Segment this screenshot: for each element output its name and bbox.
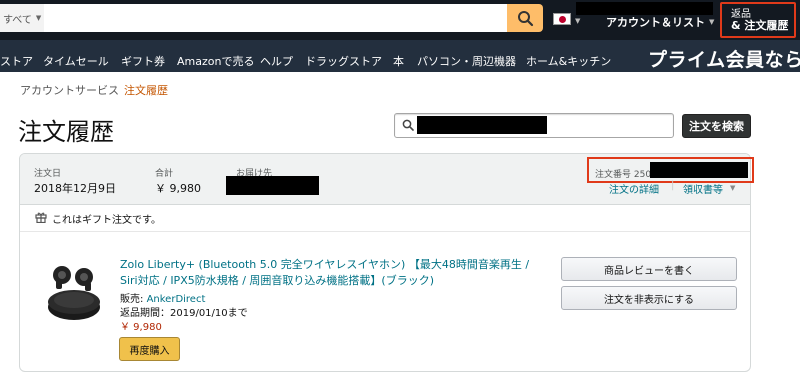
page-title: 注文履歴 — [18, 118, 114, 146]
chevron-down-icon: ▼ — [575, 17, 581, 25]
redacted-ship-to — [226, 176, 319, 195]
category-dropdown-label: すべて — [3, 14, 32, 26]
gift-notice-text: これはギフト注文です。 — [52, 215, 161, 226]
item-price: ￥ 9,980 — [120, 322, 162, 333]
return-period: 返品期間：2019/01/10まで — [120, 308, 248, 319]
search-orders-button[interactable]: 注文を検索 — [682, 114, 751, 138]
nav-item-time-sale[interactable]: タイムセール — [43, 56, 109, 67]
prime-banner[interactable]: プライム会員なら — [648, 45, 800, 72]
breadcrumb-current: 注文履歴 — [124, 84, 168, 97]
redacted-order-number — [650, 162, 748, 178]
hide-order-button[interactable]: 注文を非表示にする — [561, 286, 737, 310]
order-date-label: 注文日 — [34, 169, 62, 179]
search-icon — [402, 119, 414, 131]
chevron-down-icon: ▼ — [709, 18, 715, 26]
order-date-value: 2018年12月9日 — [34, 182, 116, 195]
nav-item-pc[interactable]: パソコン・周辺機器 — [417, 56, 516, 67]
japan-flag-icon[interactable] — [553, 13, 571, 25]
nav-item-help[interactable]: ヘルプ — [260, 56, 293, 67]
nav-item-books[interactable]: 本 — [393, 56, 404, 67]
category-dropdown[interactable]: すべて ▼ — [0, 4, 44, 32]
search-button[interactable] — [507, 4, 543, 32]
orders-label: & 注文履歴 — [731, 19, 789, 32]
nav-item-home-kitchen[interactable]: ホーム&キッチン — [526, 56, 611, 67]
nav-item-gift-card[interactable]: ギフト券 — [121, 56, 165, 67]
receipt-link[interactable]: 領収書等 — [683, 181, 723, 196]
nav-item-store[interactable]: ストア — [0, 56, 33, 67]
account-lists-menu[interactable]: アカウント＆リスト — [606, 14, 705, 30]
write-review-button[interactable]: 商品レビューを書く — [561, 257, 737, 281]
nav-item-drugstore[interactable]: ドラッグストア — [305, 56, 382, 67]
search-input[interactable] — [44, 4, 507, 32]
buy-again-button[interactable]: 再度購入 — [119, 337, 180, 361]
nav-item-sell[interactable]: Amazonで売る — [177, 56, 254, 67]
search-icon — [517, 10, 533, 26]
seller-line: 販売: AnkerDirect — [120, 290, 205, 305]
order-details-link[interactable]: 注文の詳細 — [609, 181, 659, 196]
chevron-down-icon: ▼ — [35, 14, 42, 22]
order-number-label: 注文番号 250- — [595, 170, 655, 180]
order-total-value: ￥ 9,980 — [155, 182, 201, 195]
product-image[interactable] — [40, 255, 104, 323]
gift-icon — [35, 212, 47, 223]
breadcrumb-account-service[interactable]: アカウントサービス — [20, 82, 119, 98]
chevron-down-icon: ▼ — [730, 184, 736, 192]
breadcrumb-separator: › — [114, 83, 118, 93]
redacted-search-text — [417, 116, 547, 134]
order-total-label: 合計 — [155, 169, 174, 179]
product-title-link[interactable]: Zolo Liberty+ (Bluetooth 5.0 完全ワイヤレスイヤホン… — [120, 257, 550, 289]
link-divider: | — [671, 180, 675, 191]
